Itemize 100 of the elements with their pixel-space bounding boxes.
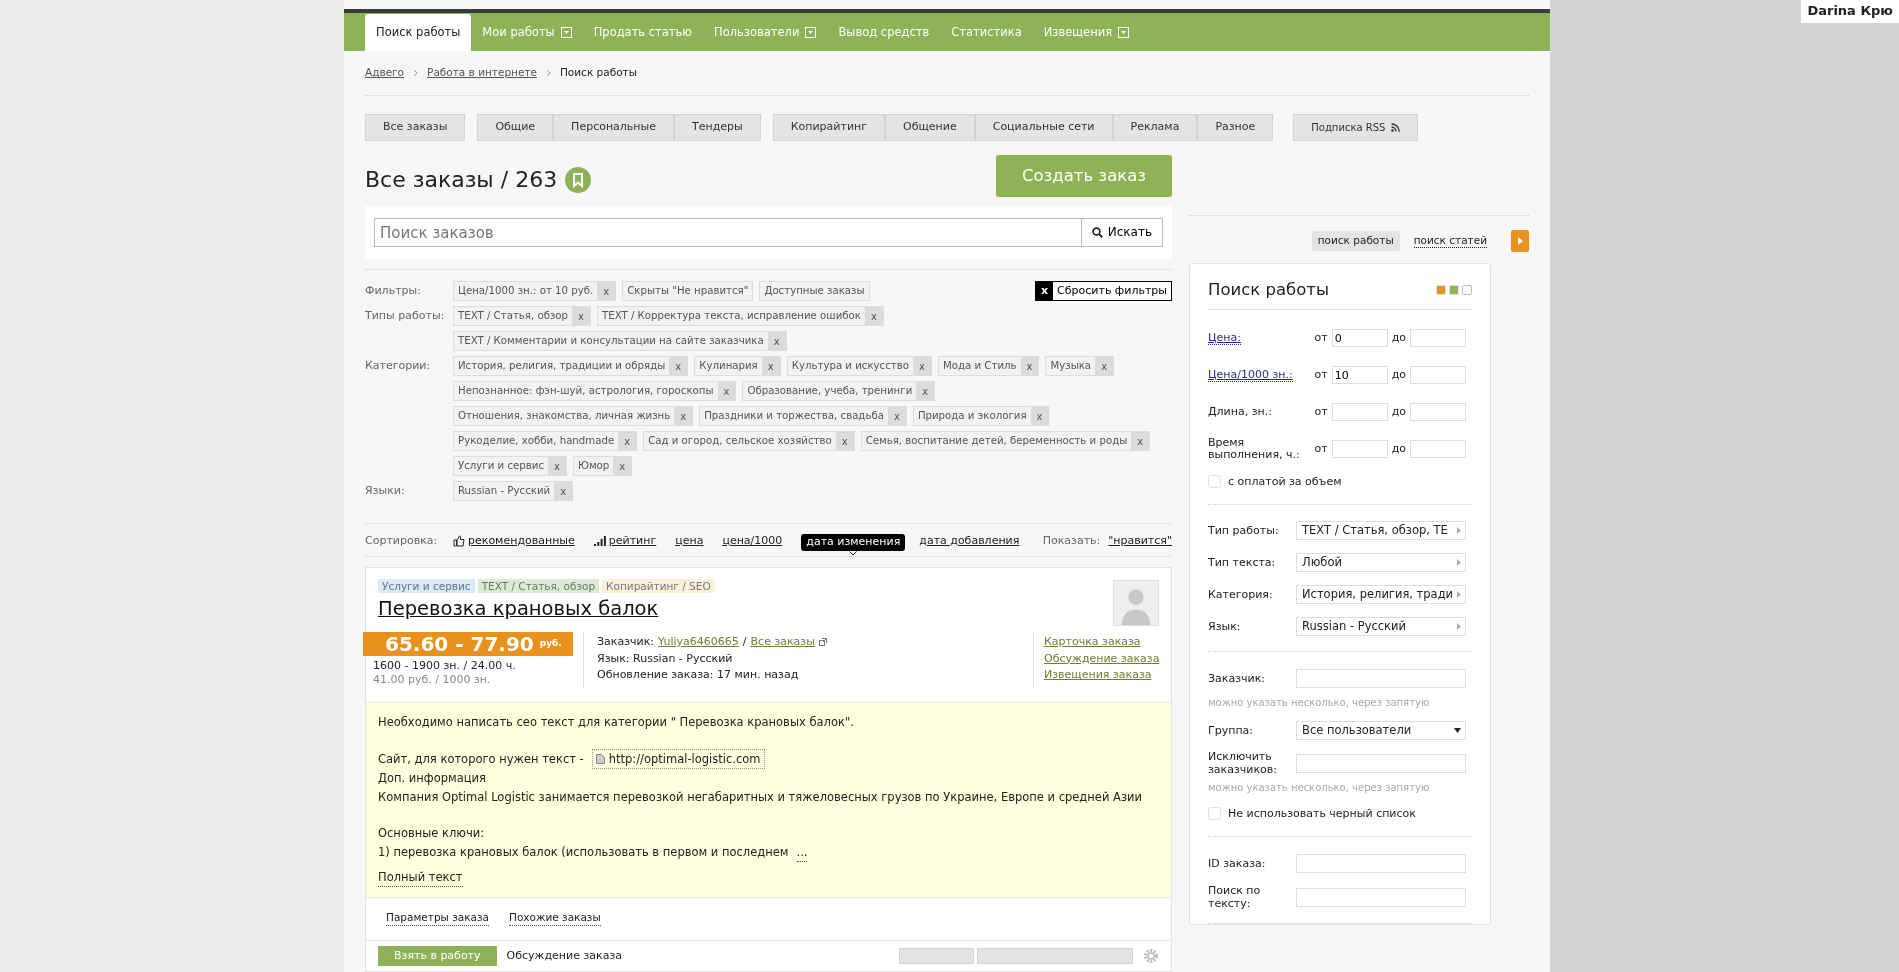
order-type-button[interactable]: Персональные [553,114,674,142]
show-liked-link[interactable]: "нравится" [1108,533,1172,549]
remove-filter-button[interactable]: x [618,432,637,451]
order-type-button[interactable]: Копирайтинг [772,114,885,142]
breadcrumb-link[interactable]: Адвего [365,66,405,80]
breadcrumb-link[interactable]: Работа в интернете [427,66,537,80]
reset-filters-button[interactable]: x Сбросить фильтры [1035,281,1172,302]
filter-tag: История, религия, традиции и обряды x [453,356,689,377]
range-to-field[interactable] [1410,403,1466,422]
filter-tag: TEXT / Корректура текста, исправление ошибок x [597,306,884,327]
range-from-field[interactable]: 0 [1331,329,1388,348]
rss-subscribe-button[interactable]: Подписка RSS [1293,114,1419,142]
remove-filter-button[interactable]: x [548,457,566,476]
field-label: ID заказа: [1208,857,1267,871]
order-type-button[interactable]: Общение [885,114,975,142]
filter-label-link[interactable]: Цена: [1208,331,1241,346]
color-swatch[interactable] [1449,284,1459,295]
discussion-link[interactable]: Обсуждение заказа [506,948,622,964]
action-button[interactable] [899,948,974,964]
to-label: до [1391,442,1406,457]
remove-filter-button[interactable]: x [597,282,616,301]
order-type-button[interactable]: Разное [1197,114,1274,142]
filter-tag: TEXT / Статья, обзор x [453,306,591,327]
remove-filter-button[interactable]: x [674,407,693,426]
order-link[interactable]: Извещения заказа [1044,667,1152,684]
panel-toggle-button[interactable] [1511,230,1529,253]
nav-tab[interactable]: Поиск работы [365,14,472,52]
order-link[interactable]: Карточка заказа [1044,634,1141,651]
order-type-button[interactable]: Тендеры [674,114,761,142]
remove-filter-button[interactable]: x [554,482,573,501]
range-to-field[interactable] [1410,440,1466,459]
order-type-button[interactable]: Общие [477,114,554,142]
filter-tag: Культура и искусство x [786,356,932,377]
select-field[interactable]: Все пользователи [1296,721,1466,741]
remove-filter-button[interactable]: x [717,382,736,401]
from-label: от [1314,368,1328,383]
action-button[interactable] [977,948,1133,964]
color-swatch[interactable] [1436,284,1446,295]
text-field[interactable] [1296,754,1466,774]
sidebar-tab[interactable]: поиск работы [1311,231,1400,251]
remove-filter-button[interactable]: x [1095,357,1114,376]
range-from-field[interactable] [1331,440,1388,459]
select-field[interactable]: История, религия, тради [1296,585,1466,605]
all-orders-link[interactable]: Все заказы [750,634,815,651]
sort-option[interactable]: рейтинг [593,533,657,549]
update-time-text: Обновление заказа: 17 мин. назад [597,667,800,684]
remove-filter-button[interactable]: x [761,357,780,376]
filter-tag: Юмор x [572,456,633,477]
search-button[interactable]: Искать [1081,218,1163,248]
color-swatch[interactable] [1462,284,1472,295]
order-title-link[interactable]: Перевозка крановых балок [378,597,659,621]
range-to-field[interactable] [1410,329,1466,348]
sort-option[interactable]: цена/1000 [722,533,783,549]
order-footer-link[interactable]: Похожие заказы [509,911,601,926]
remove-filter-button[interactable]: x [887,407,906,426]
filter-tag: Сад и огород, сельское хозяйство x [643,431,855,452]
sort-option[interactable]: цена [675,533,704,549]
order-link[interactable]: Обсуждение заказа [1044,650,1160,668]
site-link[interactable]: http://optimal-logistic.com [591,749,765,770]
remove-filter-button[interactable]: x [1131,432,1150,451]
select-field[interactable]: Любой [1296,553,1466,573]
field-hint: можно указать несколько, через запятую [1208,780,1431,794]
text-field[interactable] [1296,888,1466,908]
text-field[interactable] [1296,854,1466,874]
remove-filter-button[interactable]: x [916,382,935,401]
customer-link[interactable]: Yuliya6460665 [658,634,739,651]
order-type-button[interactable]: Все заказы [365,114,466,142]
more-link[interactable]: ... [796,842,808,862]
remove-filter-button[interactable]: x [572,307,590,326]
range-to-field[interactable] [1410,366,1466,385]
checkbox[interactable] [1208,807,1221,821]
remove-filter-button[interactable]: x [835,432,854,451]
range-from-field[interactable] [1331,403,1388,422]
to-label: до [1391,405,1406,420]
filter-label-link[interactable]: Цена/1000 зн.: [1208,368,1293,383]
filter-tag: Отношения, знакомства, личная жизнь x [453,406,694,427]
full-text-link[interactable]: Полный текст [378,867,463,888]
filter-label: Фильтры: [365,283,422,300]
remove-filter-button[interactable]: x [767,332,786,351]
checkbox[interactable] [1208,475,1221,489]
order-type-button[interactable]: Реклама [1112,114,1198,142]
thumbs-up-icon [453,535,465,547]
remove-filter-button[interactable]: x [913,357,931,376]
field-label: Тип работы: [1208,524,1280,538]
text-field[interactable] [1296,669,1466,689]
remove-filter-button[interactable]: x [864,307,883,326]
sort-option[interactable]: дата изменения [801,534,906,551]
order-footer-link[interactable]: Параметры заказа [386,911,490,926]
sort-option[interactable]: дата добавления [919,533,1020,549]
order-type-button[interactable]: Социальные сети [974,114,1113,142]
remove-filter-button[interactable]: x [1020,357,1039,376]
search-field[interactable]: Поиск заказов [374,218,1082,248]
sidebar-tab[interactable]: поиск статей [1413,233,1487,249]
select-field[interactable]: TEXT / Статья, обзор, TE [1296,521,1466,541]
sort-option[interactable]: рекомендованные [453,533,575,549]
remove-filter-button[interactable]: x [613,457,632,476]
remove-filter-button[interactable]: x [1030,407,1049,426]
remove-filter-button[interactable]: x [669,357,688,376]
select-field[interactable]: Russian - Русский [1296,617,1466,637]
range-from-field[interactable]: 10 [1331,366,1388,385]
